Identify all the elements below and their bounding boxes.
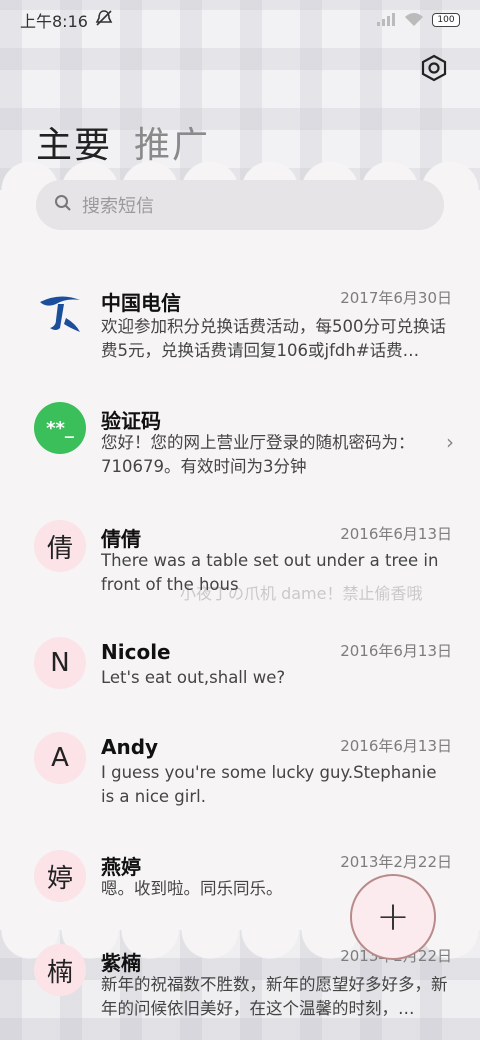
message-date: 2016年6月13日	[340, 737, 452, 755]
wifi-icon	[404, 11, 424, 30]
conversation-item[interactable]: N Nicole 2016年6月13日 Let's eat out,shall …	[0, 636, 480, 706]
status-time: 上午8:16	[20, 12, 88, 31]
contact-name: 倩倩	[101, 527, 141, 551]
conversation-item[interactable]: A Andy 2016年6月13日 I guess you're some lu…	[0, 732, 480, 822]
contact-name: Andy	[101, 735, 159, 759]
new-message-button[interactable]: +	[350, 874, 436, 960]
avatar: 楠	[34, 944, 86, 996]
avatar	[34, 286, 86, 338]
message-preview: I guess you're some lucky guy.Stephanie …	[101, 763, 437, 806]
contact-name: 验证码	[101, 409, 161, 433]
conversation-item[interactable]: 楠 紫楠 2013年2月22日 新年的祝福数不胜数，新年的愿望好多好多，新年的问…	[0, 944, 480, 1034]
search-placeholder: 搜索短信	[82, 196, 154, 217]
contact-name: 燕婷	[101, 855, 141, 879]
avatar: 倩	[34, 520, 86, 572]
settings-button[interactable]	[414, 52, 454, 88]
message-date: 2017年6月30日	[340, 289, 452, 307]
plus-icon: +	[376, 894, 410, 940]
message-preview: There was a table set out under a tree i…	[101, 551, 439, 594]
message-date: 2016年6月13日	[340, 525, 452, 543]
message-preview: 新年的祝福数不胜数，新年的愿望好多好多，新年的问候依旧美好，在这个温馨的时刻，…	[101, 975, 448, 1018]
tab-promotions[interactable]: 推广	[134, 116, 210, 168]
contact-name: 紫楠	[101, 951, 141, 975]
conversation-item[interactable]: 中国电信 2017年6月30日 欢迎参加积分兑换话费活动，每500分可兑换话费5…	[0, 280, 480, 380]
tab-bar: 主要 推广	[36, 116, 210, 168]
conversation-item[interactable]: 倩 倩倩 2016年6月13日 There was a table set ou…	[0, 518, 480, 608]
contact-name: Nicole	[101, 640, 171, 664]
avatar: 婷	[34, 850, 86, 902]
message-preview: 您好！您的网上营业厅登录的随机密码为：710679。有效时间为3分钟	[101, 433, 415, 476]
message-date: 2013年2月22日	[340, 853, 452, 871]
telecom-logo-icon	[40, 296, 80, 332]
message-preview: 欢迎参加积分兑换话费活动，每500分可兑换话费5元，兑换话费请回复106或jfd…	[101, 317, 446, 360]
tab-main[interactable]: 主要	[36, 116, 112, 168]
conversation-item[interactable]: **_ 验证码 您好！您的网上营业厅登录的随机密码为：710679。有效时间为3…	[0, 400, 480, 490]
avatar: N	[34, 637, 86, 689]
chevron-right-icon: ›	[446, 430, 454, 454]
message-preview: 嗯。收到啦。同乐同乐。	[101, 879, 283, 898]
battery-icon: 100	[432, 13, 460, 27]
message-date: 2016年6月13日	[340, 642, 452, 660]
avatar: A	[34, 732, 86, 784]
contact-name: 中国电信	[101, 291, 181, 315]
mute-icon	[94, 9, 114, 31]
search-icon	[54, 194, 72, 216]
status-bar: 上午8:16 100	[0, 0, 480, 40]
avatar: **_	[34, 402, 86, 454]
signal-icon	[376, 11, 396, 30]
settings-icon	[421, 54, 447, 86]
search-input[interactable]: 搜索短信	[36, 180, 444, 230]
message-preview: Let's eat out,shall we?	[101, 668, 286, 687]
